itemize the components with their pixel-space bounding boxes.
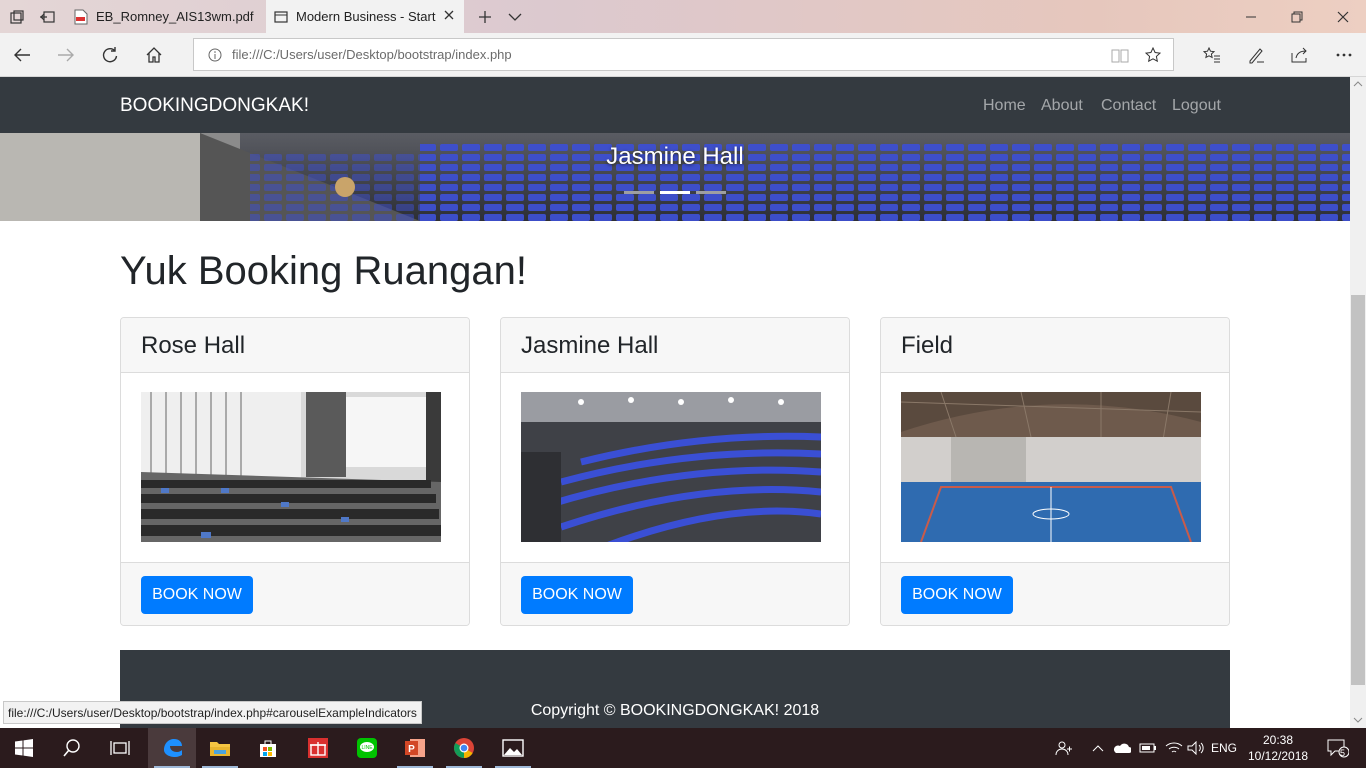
set-tabs-aside-icon[interactable] (32, 0, 62, 33)
new-tab-icon[interactable] (470, 0, 500, 33)
card-title: Rose Hall (141, 332, 246, 359)
scroll-up-icon[interactable] (1351, 80, 1365, 88)
onedrive-icon[interactable] (1110, 728, 1134, 768)
site-navbar: BOOKINGDONGKAK! Home About Contact Logou… (0, 77, 1350, 133)
card-header: Field (881, 318, 1229, 373)
nav-logout[interactable]: Logout (1172, 97, 1221, 115)
chevron-down-icon[interactable] (500, 0, 530, 33)
book-now-button[interactable]: BOOK NOW (521, 576, 633, 614)
language-indicator[interactable]: ENG (1208, 728, 1240, 768)
carousel-indicator-1[interactable] (624, 191, 654, 194)
field-image (901, 392, 1201, 542)
share-icon[interactable] (1280, 33, 1320, 77)
card-footer: BOOK NOW (121, 562, 469, 625)
system-clock[interactable]: 20:38 10/12/2018 (1248, 732, 1308, 764)
pen-icon[interactable] (1236, 33, 1276, 77)
people-icon[interactable] (1050, 728, 1078, 768)
back-icon[interactable] (2, 33, 42, 77)
clock-date: 10/12/2018 (1248, 749, 1309, 763)
address-bar[interactable]: file:///C:/Users/user/Desktop/bootstrap/… (193, 38, 1174, 71)
page-viewport: BOOKINGDONGKAK! Home About Contact Logou… (0, 77, 1350, 728)
page-icon (274, 10, 288, 24)
book-now-button[interactable]: BOOK NOW (901, 576, 1013, 614)
nav-about[interactable]: About (1041, 97, 1083, 115)
carousel-indicator-2[interactable] (660, 191, 690, 194)
card-footer: BOOK NOW (881, 562, 1229, 625)
clock-time: 20:38 (1262, 733, 1294, 747)
pdf-icon (74, 9, 88, 25)
svg-text:LINE: LINE (361, 745, 373, 751)
file-explorer-icon[interactable] (196, 728, 244, 768)
chevron-up-icon[interactable] (1088, 728, 1108, 768)
scrollbar-thumb[interactable] (1351, 295, 1365, 685)
address-text: file:///C:/Users/user/Desktop/bootstrap/… (232, 47, 512, 62)
card-header: Jasmine Hall (501, 318, 849, 373)
scroll-down-icon[interactable] (1351, 716, 1365, 724)
wifi-icon[interactable] (1162, 728, 1186, 768)
photos-icon[interactable] (489, 728, 537, 768)
carousel-caption: Jasmine Hall (606, 143, 744, 170)
tab-modern-business[interactable]: Modern Business - Start (266, 0, 464, 33)
browser-toolbar: file:///C:/Users/user/Desktop/bootstrap/… (0, 33, 1366, 77)
card-footer: BOOK NOW (501, 562, 849, 625)
notification-count: 5 (1340, 748, 1346, 758)
jasmine-hall-image (521, 392, 821, 542)
book-now-button[interactable]: BOOK NOW (141, 576, 253, 614)
nav-contact[interactable]: Contact (1101, 97, 1156, 115)
rose-hall-image (141, 392, 441, 542)
windows-icon[interactable] (0, 728, 48, 768)
restore-icon[interactable] (1274, 0, 1320, 33)
battery-icon[interactable] (1136, 728, 1160, 768)
volume-icon[interactable] (1184, 728, 1208, 768)
forward-icon[interactable] (46, 33, 86, 77)
favorite-star-icon[interactable] (1145, 47, 1161, 63)
navbar-brand[interactable]: BOOKINGDONGKAK! (120, 95, 309, 117)
gift-icon[interactable] (294, 728, 342, 768)
minimize-icon[interactable] (1228, 0, 1274, 33)
status-bar-url: file:///C:/Users/user/Desktop/bootstrap/… (3, 701, 422, 724)
line-icon[interactable]: LINE (343, 728, 391, 768)
close-tab-icon[interactable] (442, 8, 456, 22)
svg-text:P: P (408, 744, 415, 755)
card-title: Field (901, 332, 954, 359)
tab-actions-icon[interactable] (2, 0, 32, 33)
powerpoint-icon[interactable]: P (391, 728, 439, 768)
home-icon[interactable] (134, 33, 174, 77)
notification-center-icon[interactable]: 5 (1318, 728, 1358, 768)
store-icon[interactable] (244, 728, 292, 768)
nav-home[interactable]: Home (983, 97, 1026, 115)
refresh-icon[interactable] (90, 33, 130, 77)
card-header: Rose Hall (121, 318, 469, 373)
card-jasmine-hall: Jasmine Hall BOOK NOW (500, 317, 850, 626)
info-icon[interactable] (208, 48, 222, 62)
card-rose-hall: Rose Hall BOOK NOW (120, 317, 470, 626)
tab-label: Modern Business - Start (296, 9, 436, 24)
favorites-hub-icon[interactable] (1192, 33, 1232, 77)
card-field: Field BOOK NOW (880, 317, 1230, 626)
card-title: Jasmine Hall (521, 332, 659, 359)
reading-view-icon[interactable] (1111, 48, 1129, 64)
close-window-icon[interactable] (1320, 0, 1366, 33)
task-view-icon[interactable] (96, 728, 144, 768)
chrome-icon[interactable] (440, 728, 488, 768)
carousel-indicator-3[interactable] (696, 191, 726, 194)
tab-label: EB_Romney_AIS13wm.pdf (96, 9, 254, 24)
tab-pdf[interactable]: EB_Romney_AIS13wm.pdf (64, 0, 266, 33)
hero-carousel[interactable]: Jasmine Hall (0, 133, 1350, 221)
more-menu-icon[interactable] (1324, 33, 1364, 77)
edge-icon[interactable] (148, 728, 196, 768)
windows-taskbar: LINE P ENG 20:38 10/12/2018 5 (0, 728, 1366, 768)
browser-tab-bar: EB_Romney_AIS13wm.pdf Modern Business - … (0, 0, 1366, 33)
page-heading: Yuk Booking Ruangan! (120, 249, 527, 293)
search-icon[interactable] (48, 728, 96, 768)
